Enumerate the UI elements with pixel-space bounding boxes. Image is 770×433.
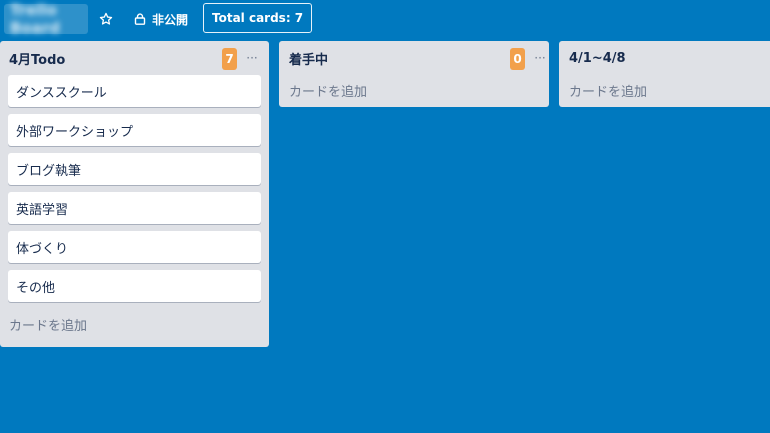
- add-card-button[interactable]: カードを追加: [567, 75, 762, 105]
- board-header: Trello Board 非公開 Total cards: 7: [0, 0, 770, 38]
- star-icon: [99, 12, 113, 25]
- star-button[interactable]: [94, 6, 118, 32]
- list-todo: 4月Todo 7 ··· ダンススクール 外部ワークショップ ブログ執筆 英語学…: [0, 41, 269, 347]
- list-title[interactable]: 着手中: [287, 49, 328, 68]
- board-name-button[interactable]: Trello Board: [4, 1, 88, 37]
- board-name: Trello Board: [10, 1, 60, 37]
- list-menu-button[interactable]: ···: [531, 48, 549, 68]
- list-week: 4/1~4/8 カードを追加: [559, 41, 770, 107]
- add-card-button[interactable]: カードを追加: [8, 309, 261, 339]
- card[interactable]: その他: [8, 270, 261, 302]
- card-count-badge: 0: [510, 48, 525, 70]
- lock-icon: [134, 13, 146, 25]
- visibility-button[interactable]: 非公開: [126, 6, 196, 32]
- list-title[interactable]: 4/1~4/8: [567, 51, 626, 66]
- card[interactable]: ブログ執筆: [8, 153, 261, 185]
- list-header: 4/1~4/8: [567, 41, 762, 75]
- list-in-progress: 着手中 0 ··· カードを追加: [279, 41, 549, 107]
- card-count-badge: 7: [222, 48, 237, 70]
- card[interactable]: 英語学習: [8, 192, 261, 224]
- total-cards-label: Total cards: 7: [212, 11, 304, 25]
- list-menu-button[interactable]: ···: [243, 48, 261, 68]
- add-card-button[interactable]: カードを追加: [287, 75, 541, 105]
- visibility-label: 非公開: [152, 12, 189, 27]
- list-header: 着手中 0 ···: [287, 41, 546, 75]
- total-cards-button[interactable]: Total cards: 7: [203, 3, 313, 33]
- card[interactable]: ダンススクール: [8, 75, 261, 107]
- card[interactable]: 外部ワークショップ: [8, 114, 261, 146]
- card[interactable]: 体づくり: [8, 231, 261, 263]
- list-title[interactable]: 4月Todo: [8, 49, 65, 68]
- list-header: 4月Todo 7 ···: [8, 41, 261, 75]
